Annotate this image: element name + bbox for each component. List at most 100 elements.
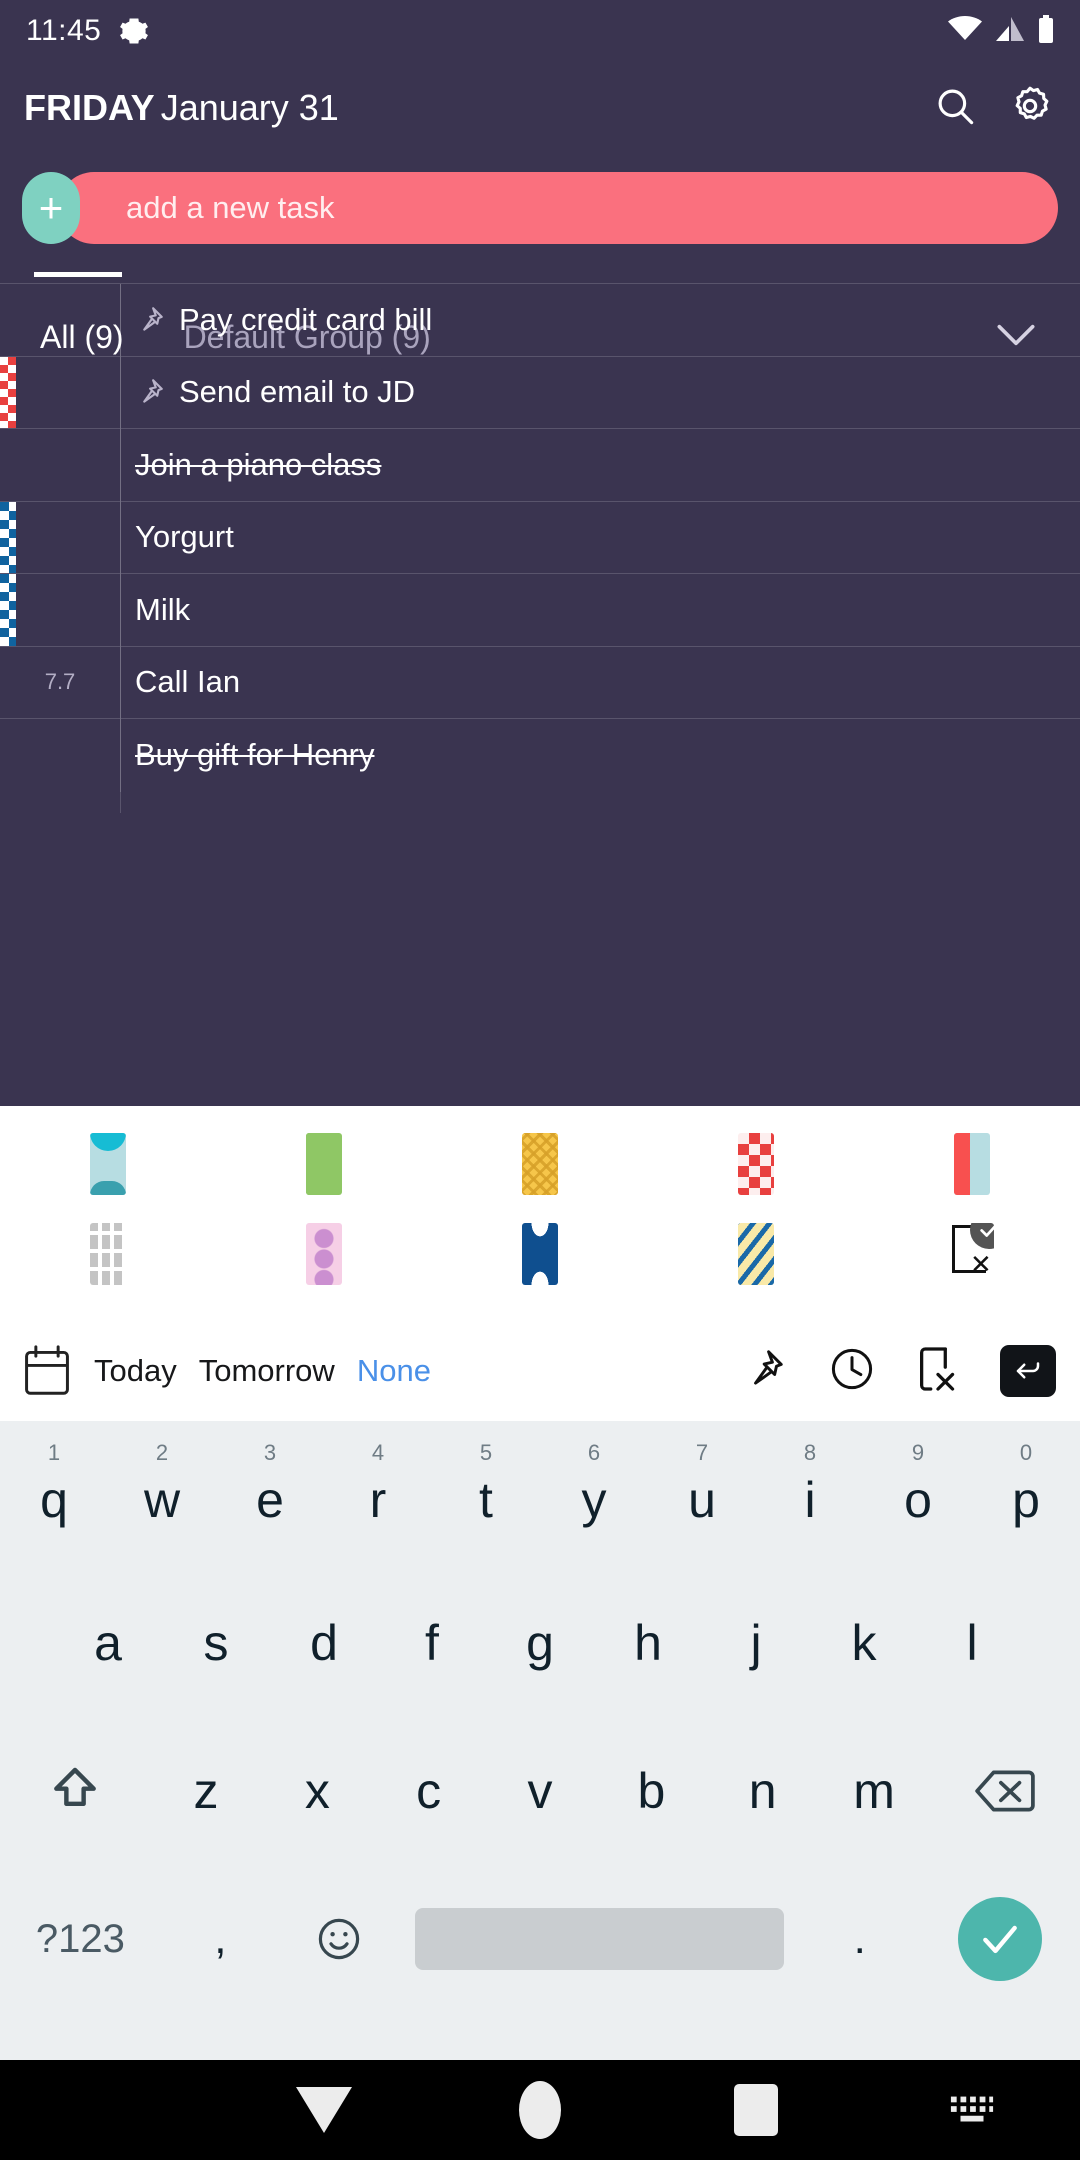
- key-v[interactable]: v: [484, 1731, 595, 1851]
- row-body[interactable]: Pay credit card bill: [121, 302, 1080, 338]
- keyboard-row-4: ?123 , .: [0, 1865, 1080, 2013]
- add-task-input[interactable]: add a new task: [126, 172, 335, 244]
- key-e[interactable]: 3e: [216, 1440, 324, 1560]
- key-n[interactable]: n: [707, 1731, 818, 1851]
- row-body[interactable]: Buy gift for Henry: [121, 737, 1080, 773]
- table-row[interactable]: Yorgurt: [0, 501, 1080, 574]
- clock-icon[interactable]: [828, 1345, 876, 1398]
- row-body[interactable]: Send email to JD: [121, 374, 1080, 410]
- key-w-number: 2: [155, 1440, 169, 1465]
- enter-key-icon[interactable]: [1000, 1345, 1056, 1397]
- key-m[interactable]: m: [818, 1731, 929, 1851]
- symbols-key[interactable]: ?123: [0, 1879, 161, 1999]
- row-body[interactable]: Milk: [121, 592, 1080, 628]
- table-row[interactable]: Join a piano class: [0, 429, 1080, 502]
- key-s[interactable]: s: [162, 1583, 270, 1703]
- add-task-button[interactable]: +: [22, 172, 80, 244]
- calendar-icon[interactable]: [22, 1345, 72, 1397]
- table-row[interactable]: Milk: [0, 574, 1080, 647]
- table-row[interactable]: Buy gift for Henry: [0, 719, 1080, 792]
- table-row[interactable]: Send email to JD: [0, 356, 1080, 429]
- swatch-red-teal-split[interactable]: [864, 1114, 1080, 1214]
- swatch-gray-grid[interactable]: [0, 1204, 216, 1304]
- row-body[interactable]: Call Ian: [121, 664, 1080, 700]
- date-chip-tomorrow[interactable]: Tomorrow: [199, 1353, 335, 1389]
- close-icon: ✕: [970, 1249, 992, 1279]
- key-l[interactable]: l: [918, 1583, 1026, 1703]
- emoji-icon[interactable]: [280, 1879, 399, 1999]
- system-nav-bar: [0, 2060, 1080, 2160]
- row-marker: [0, 356, 16, 428]
- key-i[interactable]: 8i: [756, 1440, 864, 1560]
- key-w[interactable]: 2w: [108, 1440, 216, 1560]
- space-key[interactable]: [414, 1908, 785, 1970]
- key-r-number: 4: [371, 1440, 385, 1465]
- row-title: Yorgurt: [135, 519, 234, 555]
- key-o[interactable]: 9o: [864, 1440, 972, 1560]
- key-i-label: i: [804, 1472, 816, 1528]
- search-icon[interactable]: [934, 85, 976, 132]
- row-title: Join a piano class: [135, 446, 382, 482]
- key-p[interactable]: 0p: [972, 1440, 1080, 1560]
- status-bar-clock: 11:45: [26, 14, 102, 47]
- key-r-label: r: [369, 1472, 387, 1528]
- status-bar: 11:45: [0, 0, 1080, 62]
- swatch-red-checker[interactable]: [648, 1114, 864, 1214]
- keyboard-nav-icon[interactable]: [864, 2094, 1080, 2126]
- key-j[interactable]: j: [702, 1583, 810, 1703]
- key-c[interactable]: c: [373, 1731, 484, 1851]
- backspace-key-icon[interactable]: [930, 1731, 1080, 1851]
- key-y[interactable]: 6y: [540, 1440, 648, 1560]
- key-y-number: 6: [587, 1440, 601, 1465]
- table-row[interactable]: 7.7 Call Ian: [0, 646, 1080, 719]
- swatch-pink-dots[interactable]: [216, 1204, 432, 1304]
- tab-active-indicator: [34, 272, 122, 277]
- row-body[interactable]: Yorgurt: [121, 519, 1080, 555]
- key-period[interactable]: .: [800, 1879, 919, 1999]
- no-repeat-icon[interactable]: [918, 1345, 958, 1398]
- key-h[interactable]: h: [594, 1583, 702, 1703]
- key-x[interactable]: x: [262, 1731, 373, 1851]
- keyboard-row-2: a s d f g h j k l: [0, 1569, 1080, 1717]
- key-b[interactable]: b: [596, 1731, 707, 1851]
- cell-signal-icon: [994, 16, 1026, 47]
- key-w-label: w: [143, 1472, 181, 1528]
- table-row[interactable]: Pay credit card bill: [0, 284, 1080, 357]
- key-r[interactable]: 4r: [324, 1440, 432, 1560]
- key-t[interactable]: 5t: [432, 1440, 540, 1560]
- battery-icon: [1038, 14, 1054, 48]
- swatch-navy-hourglass[interactable]: [432, 1204, 648, 1304]
- date-chip-none[interactable]: None: [357, 1353, 431, 1389]
- pin-icon[interactable]: [742, 1347, 786, 1396]
- back-nav-icon[interactable]: [216, 2087, 432, 2133]
- date-chip-today[interactable]: Today: [94, 1353, 177, 1389]
- key-a[interactable]: a: [54, 1583, 162, 1703]
- checkmark-key-icon[interactable]: [919, 1879, 1080, 1999]
- swatch-green-grid[interactable]: [216, 1114, 432, 1214]
- key-e-label: e: [256, 1472, 284, 1528]
- gear-icon[interactable]: [1008, 84, 1052, 133]
- row-marker: [0, 284, 16, 356]
- key-p-number: 0: [1019, 1440, 1033, 1465]
- recents-nav-icon[interactable]: [648, 2084, 864, 2136]
- swatch-none[interactable]: ✕: [864, 1204, 1080, 1304]
- key-q[interactable]: 1q: [0, 1440, 108, 1560]
- key-z[interactable]: z: [150, 1731, 261, 1851]
- key-comma[interactable]: ,: [161, 1879, 280, 1999]
- key-f[interactable]: f: [378, 1583, 486, 1703]
- row-body[interactable]: Join a piano class: [121, 447, 1080, 483]
- key-g[interactable]: g: [486, 1583, 594, 1703]
- key-d[interactable]: d: [270, 1583, 378, 1703]
- row-marker: [0, 501, 16, 573]
- home-nav-icon[interactable]: [432, 2081, 648, 2139]
- key-n-label: n: [748, 1763, 777, 1819]
- key-u[interactable]: 7u: [648, 1440, 756, 1560]
- swatch-yellow-stripe[interactable]: [648, 1204, 864, 1304]
- swatch-yellow-chevron[interactable]: [432, 1114, 648, 1214]
- shift-key-icon[interactable]: [0, 1731, 150, 1851]
- key-m-label: m: [853, 1763, 895, 1819]
- key-k[interactable]: k: [810, 1583, 918, 1703]
- pattern-picker-panel: ✕: [0, 1106, 1080, 1321]
- swatch-teal-hourglass[interactable]: [0, 1114, 216, 1214]
- header-actions: [934, 84, 1052, 133]
